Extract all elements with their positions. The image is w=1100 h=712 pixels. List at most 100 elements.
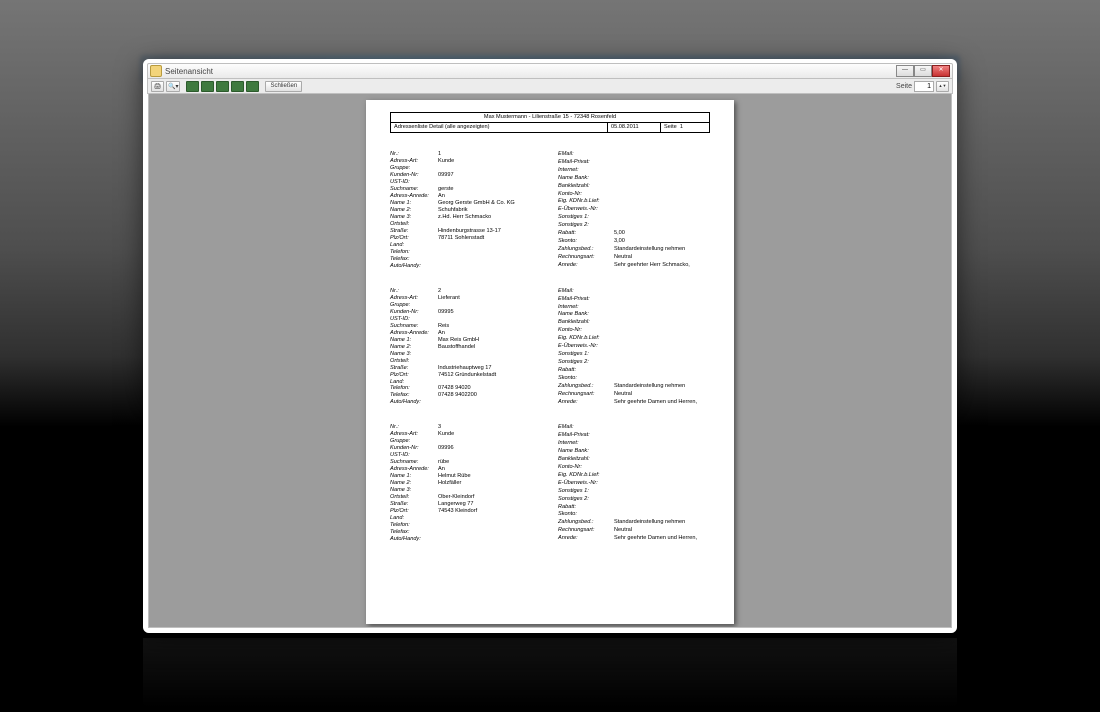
- field-value: [614, 296, 710, 304]
- field-label: Ortsteil:: [390, 494, 436, 501]
- field-value: An: [438, 330, 558, 337]
- field-label: Anrede:: [558, 399, 612, 407]
- field-label: Konto-Nr:: [558, 464, 612, 472]
- field-label: Bankleitzahl:: [558, 456, 612, 464]
- field-label: Anrede:: [558, 535, 612, 543]
- field-label: Straße:: [390, 365, 436, 372]
- address-record: Nr.:3Adress-Art:KundeGruppe:Kunden-Nr:09…: [390, 424, 710, 543]
- page-1: Max Mustermann - Lilienstraße 15 - 72348…: [366, 100, 734, 624]
- field-value: [614, 311, 710, 319]
- field-value: [614, 167, 710, 175]
- field-label: Name 3:: [390, 487, 436, 494]
- field-value: 07428 9402200: [438, 392, 558, 399]
- field-value: [614, 472, 710, 480]
- field-value: [614, 175, 710, 183]
- field-label: Nr.:: [390, 424, 436, 431]
- field-label: Ortsteil:: [390, 358, 436, 365]
- field-label: Kunden-Nr:: [390, 309, 436, 316]
- field-label: Rechnungsart:: [558, 527, 612, 535]
- address-record: Nr.:1Adress-Art:KundeGruppe:Kunden-Nr:09…: [390, 151, 710, 270]
- zoom-dropdown[interactable]: 🔍▾: [166, 81, 180, 92]
- field-value: Neutral: [614, 254, 710, 262]
- field-label: Telefax:: [390, 529, 436, 536]
- close-preview-button[interactable]: Schließen: [265, 81, 302, 92]
- field-label: Internet:: [558, 440, 612, 448]
- field-label: E-Überweis.-Nr:: [558, 480, 612, 488]
- field-label: Name Bank:: [558, 448, 612, 456]
- field-label: Skonto:: [558, 511, 612, 519]
- view-4page-button[interactable]: [231, 81, 244, 92]
- field-value: 3,00: [614, 238, 710, 246]
- field-label: Plz/Ort:: [390, 508, 436, 515]
- field-label: Telefon:: [390, 385, 436, 392]
- field-label: Name 2:: [390, 480, 436, 487]
- field-value: Hindenburgstrasse 13-17: [438, 228, 558, 235]
- toolbar: 🖨 🔍▾ Schließen Seite 1 ▲▼: [147, 79, 953, 94]
- page-spin-buttons[interactable]: ▲▼: [936, 81, 949, 92]
- field-value: [614, 511, 710, 519]
- view-3page-button[interactable]: [216, 81, 229, 92]
- field-label: Gruppe:: [390, 165, 436, 172]
- field-label: Sonstiges 1:: [558, 488, 612, 496]
- field-value: [614, 327, 710, 335]
- field-label: Rabatt:: [558, 504, 612, 512]
- field-value: [614, 304, 710, 312]
- field-label: Rabatt:: [558, 367, 612, 375]
- window-title: Seitenansicht: [165, 67, 896, 76]
- field-value: [614, 359, 710, 367]
- field-label: Internet:: [558, 304, 612, 312]
- field-value: Ober-Kleindorf: [438, 494, 558, 501]
- field-label: Name 1:: [390, 473, 436, 480]
- field-value: [438, 529, 558, 536]
- field-value: [438, 263, 558, 270]
- field-value: [438, 249, 558, 256]
- field-label: Konto-Nr:: [558, 327, 612, 335]
- field-value: 2: [438, 288, 558, 295]
- field-label: Land:: [390, 379, 436, 386]
- field-value: [614, 183, 710, 191]
- field-value: Sehr geehrte Damen und Herren,: [614, 535, 710, 543]
- maximize-button[interactable]: ▭: [914, 65, 932, 77]
- view-1page-button[interactable]: [186, 81, 199, 92]
- field-value: [438, 487, 558, 494]
- field-label: EMail:: [558, 424, 612, 432]
- field-label: Zahlungsbed.:: [558, 246, 612, 254]
- field-value: [614, 206, 710, 214]
- page-number-input[interactable]: 1: [914, 81, 934, 92]
- field-value: 5,00: [614, 230, 710, 238]
- view-2page-button[interactable]: [201, 81, 214, 92]
- field-value: [614, 343, 710, 351]
- report-date: 05.08.2011: [607, 123, 660, 132]
- field-value: [614, 375, 710, 383]
- field-label: Rechnungsart:: [558, 254, 612, 262]
- field-value: gerste: [438, 186, 558, 193]
- field-label: UST-ID:: [390, 452, 436, 459]
- field-value: [438, 351, 558, 358]
- field-value: [614, 159, 710, 167]
- field-value: [438, 399, 558, 406]
- field-label: Name Bank:: [558, 175, 612, 183]
- field-value: Helmut Rübe: [438, 473, 558, 480]
- field-value: An: [438, 466, 558, 473]
- minimize-button[interactable]: —: [896, 65, 914, 77]
- field-value: [614, 496, 710, 504]
- field-value: [438, 379, 558, 386]
- view-6page-button[interactable]: [246, 81, 259, 92]
- field-label: Anrede:: [558, 262, 612, 270]
- field-label: Telefax:: [390, 392, 436, 399]
- field-value: Baustoffhandel: [438, 344, 558, 351]
- field-label: Gruppe:: [390, 302, 436, 309]
- window-titlebar: Seitenansicht — ▭ ✕: [147, 63, 953, 79]
- close-window-button[interactable]: ✕: [932, 65, 950, 77]
- report-header: Max Mustermann - Lilienstraße 15 - 72348…: [390, 112, 710, 133]
- field-label: UST-ID:: [390, 179, 436, 186]
- field-label: Suchname:: [390, 459, 436, 466]
- field-label: Zahlungsbed.:: [558, 519, 612, 527]
- print-button[interactable]: 🖨: [151, 81, 164, 92]
- field-value: Reis: [438, 323, 558, 330]
- field-value: Standardeinstellung nehmen: [614, 383, 710, 391]
- field-value: Sehr geehrter Herr Schmacko,: [614, 262, 710, 270]
- field-label: EMail-Privat:: [558, 296, 612, 304]
- field-value: [438, 179, 558, 186]
- field-value: rübe: [438, 459, 558, 466]
